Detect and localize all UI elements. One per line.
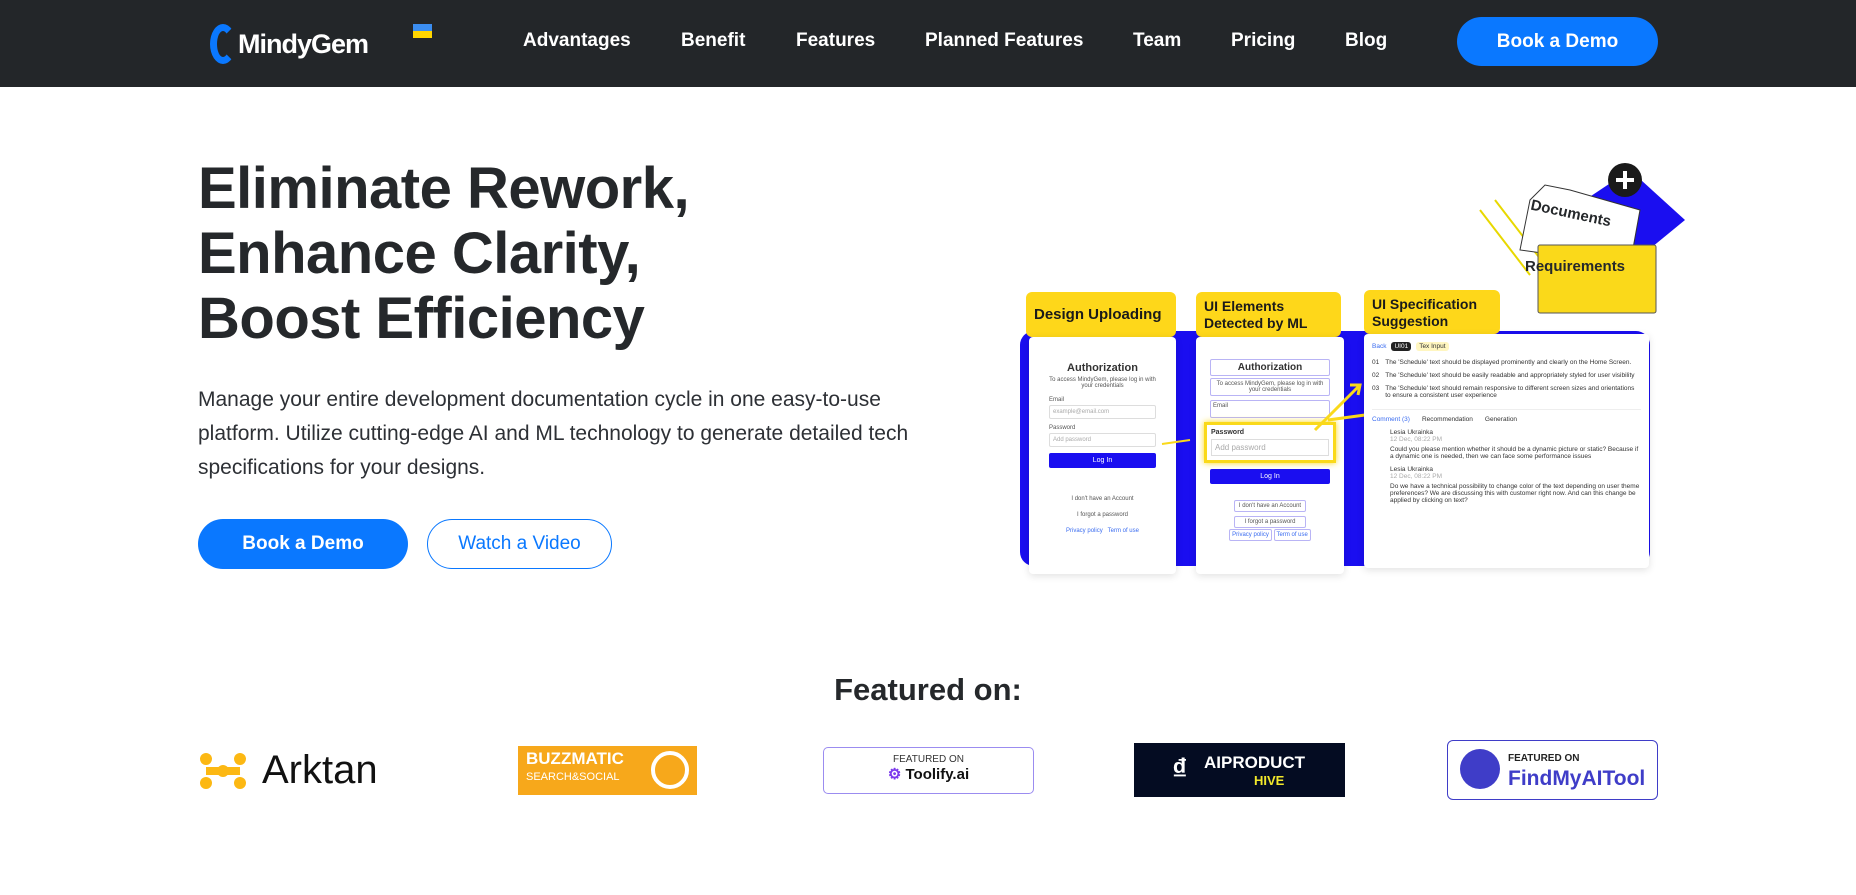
mock-no-account: I don't have an Account bbox=[1071, 496, 1134, 502]
mock-badge: UI01 bbox=[1391, 342, 1412, 351]
mock-login-button: Log In bbox=[1210, 469, 1330, 484]
nav-pricing[interactable]: Pricing bbox=[1231, 30, 1295, 52]
comment-author: Lesia Ukrainka bbox=[1390, 466, 1433, 473]
buzzmatic-ring-icon bbox=[651, 751, 689, 789]
mock-tab: Comment (3) bbox=[1372, 416, 1410, 423]
comment: Lesia Ukrainka 12 Dec, 08:22 PM Do we ha… bbox=[1372, 466, 1641, 504]
watch-video-button[interactable]: Watch a Video bbox=[427, 519, 612, 569]
title-line: Eliminate Rework, bbox=[198, 156, 690, 221]
buzzmatic-logo[interactable]: BUZZMATIC SEARCH&SOCIAL bbox=[518, 746, 697, 795]
comment-text: Could you please mention whether it shou… bbox=[1390, 446, 1639, 460]
mindygem-logo[interactable]: MindyGem bbox=[210, 24, 369, 64]
toolify-gear-icon: ⚙ bbox=[887, 766, 902, 783]
nav-team[interactable]: Team bbox=[1133, 30, 1181, 52]
arrows-icon bbox=[1313, 383, 1366, 432]
title-line: Enhance Clarity, bbox=[198, 221, 641, 286]
aiproduct-hive-logo[interactable]: ₫ AIPRODUCT HIVE bbox=[1134, 743, 1345, 797]
mock-title: Authorization bbox=[1067, 362, 1138, 374]
mock-privacy: Privacy policy bbox=[1066, 528, 1103, 534]
toolify-text: Toolify.ai bbox=[905, 766, 970, 783]
mock-type: Tex Input bbox=[1416, 342, 1449, 351]
comment-text: Do we have a technical possibility to ch… bbox=[1390, 483, 1640, 504]
mock-tab: Recommendation bbox=[1421, 416, 1473, 423]
mock-subtitle: To access MindyGem, please log in with y… bbox=[1049, 377, 1156, 389]
toolify-logo[interactable]: FEATURED ON ⚙ Toolify.ai bbox=[823, 747, 1034, 794]
spec-num: 01 bbox=[1372, 359, 1380, 366]
arktan-mark-icon bbox=[200, 752, 246, 789]
nav-features[interactable]: Features bbox=[796, 30, 875, 52]
mock-login-button: Log In bbox=[1049, 453, 1156, 468]
hive-mark-icon: ₫ bbox=[1172, 753, 1188, 786]
mock-email-field: example@email.com bbox=[1049, 405, 1156, 419]
featured-heading: Featured on: bbox=[834, 672, 1022, 707]
mock-email-label: Email bbox=[1049, 397, 1065, 403]
spec-item: 01 The 'Schedule' text should be displaye… bbox=[1372, 359, 1641, 366]
findmyaitool-pre: FEATURED ON bbox=[1508, 753, 1580, 764]
aiproduct-text: AIPRODUCT bbox=[1204, 753, 1306, 772]
mock-tab: Generation bbox=[1484, 416, 1518, 423]
spec-item: 02 The 'Schedule' text should be easily r… bbox=[1372, 372, 1641, 379]
arrow-icon bbox=[1161, 439, 1191, 445]
hero-description: Manage your entire development documenta… bbox=[198, 388, 909, 479]
findmyaitool-logo[interactable]: FEATURED ON FindMyAITool bbox=[1447, 740, 1658, 800]
mock-terms: Term of use bbox=[1273, 529, 1311, 541]
logo-ring-icon bbox=[210, 24, 236, 64]
step-ui-elements: UI Elements Detected by ML bbox=[1196, 292, 1341, 337]
mock-privacy: Privacy policy bbox=[1229, 529, 1272, 541]
nav-planned-features[interactable]: Planned Features bbox=[925, 30, 1083, 52]
ukraine-flag-icon bbox=[413, 24, 432, 38]
spec-text: The 'Schedule' text should be displayed … bbox=[1385, 359, 1632, 366]
mock-terms: Term of use bbox=[1107, 528, 1139, 534]
step-design-uploading: Design Uploading bbox=[1026, 292, 1176, 337]
comment: Lesia Ukrainka 12 Dec, 08:22 PM Could yo… bbox=[1372, 429, 1641, 460]
comment-time: 12 Dec, 08:22 PM bbox=[1390, 436, 1443, 443]
spec-num: 02 bbox=[1372, 372, 1380, 379]
nav-blog[interactable]: Blog bbox=[1345, 30, 1387, 52]
mock-no-account: I don't have an Account bbox=[1234, 500, 1306, 512]
robot-icon bbox=[1460, 749, 1500, 789]
step-ui-spec: UI Specification Suggestion bbox=[1364, 290, 1500, 334]
toolify-pre: FEATURED ON bbox=[893, 754, 964, 765]
mock-password-label: Password bbox=[1049, 425, 1076, 431]
hero-title: Eliminate Rework, Enhance Clarity, Boost… bbox=[198, 156, 690, 351]
mock-forgot: I forgot a password bbox=[1234, 516, 1306, 528]
title-line: Boost Efficiency bbox=[198, 286, 645, 351]
spec-text: The 'Schedule' text should be easily rea… bbox=[1385, 372, 1635, 379]
spec-text: The 'Schedule' text should remain respon… bbox=[1385, 385, 1635, 399]
arktan-text: Arktan bbox=[262, 748, 378, 792]
spec-mockup-card: Back UI01 Tex Input 01 The 'Schedule' tex… bbox=[1364, 334, 1649, 568]
mock-forgot: I forgot a password bbox=[1076, 512, 1129, 518]
hero-book-demo-button[interactable]: Book a Demo bbox=[198, 519, 408, 569]
logo-text: MindyGem bbox=[238, 28, 369, 59]
arktan-logo[interactable]: Arktan bbox=[198, 748, 378, 793]
requirements-folder-label: Requirements bbox=[1525, 258, 1626, 275]
nav-benefit[interactable]: Benefit bbox=[681, 30, 745, 52]
comment-author: Lesia Ukrainka bbox=[1390, 429, 1433, 436]
spec-item: 03 The 'Schedule' text should remain resp… bbox=[1372, 385, 1641, 399]
nav-advantages[interactable]: Advantages bbox=[523, 30, 631, 52]
folders-illustration-icon bbox=[1479, 163, 1685, 314]
findmyaitool-text: FindMyAITool bbox=[1508, 767, 1646, 790]
mock-back: Back bbox=[1372, 343, 1387, 350]
mock-password-field: Add password bbox=[1049, 433, 1156, 447]
header-book-demo-button[interactable]: Book a Demo bbox=[1457, 17, 1658, 66]
comment-time: 12 Dec, 08:22 PM bbox=[1390, 473, 1443, 480]
hive-text: HIVE bbox=[1254, 773, 1285, 788]
login-mockup-card: Authorization To access MindyGem, please… bbox=[1029, 337, 1176, 574]
spec-num: 03 bbox=[1372, 385, 1380, 392]
